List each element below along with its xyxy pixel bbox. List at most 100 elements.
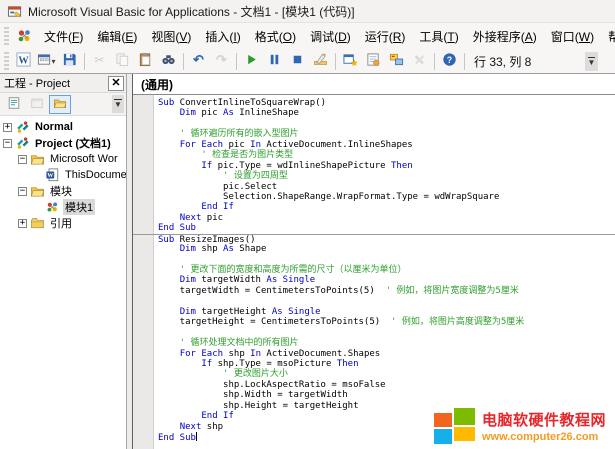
logo-tile-yellow xyxy=(454,427,475,441)
expand-toggle-icon[interactable]: − xyxy=(18,155,27,164)
toolbox-button[interactable] xyxy=(409,51,430,71)
toolbar-grip[interactable] xyxy=(4,52,9,70)
code-line[interactable] xyxy=(133,255,615,265)
close-icon[interactable]: ✕ xyxy=(108,76,124,91)
code-line[interactable]: shp.Width = targetWidth xyxy=(133,390,615,400)
code-line[interactable]: Sub ConvertInlineToSquareWrap() xyxy=(133,98,615,108)
view-object-button[interactable] xyxy=(26,95,48,114)
redo-button[interactable]: ↷ xyxy=(211,51,232,71)
code-line[interactable]: Dim shp As Shape xyxy=(133,244,615,254)
menu-d[interactable]: 调试(D) xyxy=(303,25,358,48)
code-line[interactable]: End Sub xyxy=(133,223,615,233)
menu-t[interactable]: 工具(T) xyxy=(412,25,465,48)
paste-button[interactable] xyxy=(135,51,156,71)
break-button[interactable] xyxy=(264,51,285,71)
code-line[interactable]: ' 循环遍历所有的嵌入型图片 xyxy=(133,129,615,139)
code-line[interactable] xyxy=(133,296,615,306)
copy-button[interactable] xyxy=(112,51,133,71)
watermark-site-url: www.computer26.com xyxy=(482,431,606,443)
menu-w[interactable]: 窗口(W) xyxy=(544,25,601,48)
watermark-site-name: 电脑软硬件教程网 xyxy=(482,409,606,430)
code-line[interactable]: If shp.Type = msoPicture Then xyxy=(133,359,615,369)
logo-tile-cyan xyxy=(434,429,452,444)
tree-item-references[interactable]: +引用 xyxy=(0,215,126,231)
svg-text:W: W xyxy=(18,55,29,66)
design-mode-button[interactable] xyxy=(310,51,331,71)
code-line[interactable]: targetHeight = CentimetersToPoints(5) ' … xyxy=(133,317,615,327)
code-line[interactable]: pic.Select xyxy=(133,182,615,192)
code-line[interactable]: Dim pic As InlineShape xyxy=(133,108,615,118)
vba-project-icon xyxy=(15,136,30,150)
tree-item-modules-folder[interactable]: −模块 xyxy=(0,183,126,199)
project-explorer-button[interactable] xyxy=(340,51,361,71)
expand-toggle-icon[interactable]: − xyxy=(3,139,12,148)
view-code-button[interactable] xyxy=(3,95,25,114)
code-line[interactable] xyxy=(133,328,615,338)
code-line[interactable]: For Each shp In ActiveDocument.Shapes xyxy=(133,349,615,359)
toolbar-icons: W ▾ ✂ ↶ ↷? xyxy=(12,51,461,71)
menu-a[interactable]: 外接程序(A) xyxy=(466,25,544,48)
tree-item-microsoft-word-objects[interactable]: −Microsoft Wor xyxy=(0,151,126,167)
find-button[interactable] xyxy=(158,51,179,71)
cut-button[interactable]: ✂ xyxy=(89,51,110,71)
module-window-icon[interactable] xyxy=(16,28,33,44)
insert-userform-button[interactable]: ▾ xyxy=(36,51,57,71)
reset-button[interactable] xyxy=(287,51,308,71)
menu-r[interactable]: 运行(R) xyxy=(358,25,413,48)
run-button[interactable] xyxy=(241,51,262,71)
properties-window-button[interactable] xyxy=(363,51,384,71)
menu-h[interactable]: 帮助(H) xyxy=(601,25,615,48)
tree-item-project-doc1[interactable]: −Project (文档1) xyxy=(0,135,126,151)
code-line[interactable]: ' 设置为四周型 xyxy=(133,171,615,181)
watermark-logo-icon xyxy=(434,408,475,444)
code-line[interactable] xyxy=(133,119,615,129)
undo-button[interactable]: ↶ xyxy=(188,51,209,71)
expand-toggle-icon[interactable]: + xyxy=(3,123,12,132)
toggle-folders-button[interactable] xyxy=(49,95,71,114)
code-line[interactable]: ' 更改图片大小 xyxy=(133,369,615,379)
paste-icon xyxy=(138,52,153,70)
code-line[interactable]: Next pic xyxy=(133,213,615,223)
code-line[interactable]: targetWidth = CentimetersToPoints(5) ' 例… xyxy=(133,286,615,296)
toolbar-options-button[interactable]: ▼ xyxy=(585,52,598,71)
panel-options-button[interactable]: ▼ xyxy=(112,95,124,113)
run-icon xyxy=(244,52,259,70)
find-icon xyxy=(161,52,176,70)
code-line[interactable]: For Each pic In ActiveDocument.InlineSha… xyxy=(133,140,615,150)
save-button[interactable] xyxy=(59,51,80,71)
expand-toggle-icon[interactable]: + xyxy=(18,219,27,228)
menu-i[interactable]: 插入(I) xyxy=(198,25,247,48)
code-line[interactable]: shp.LockAspectRatio = msoFalse xyxy=(133,380,615,390)
menu-v[interactable]: 视图(V) xyxy=(144,25,198,48)
object-browser-button[interactable] xyxy=(386,51,407,71)
object-dropdown[interactable]: (通用) xyxy=(133,74,615,95)
tree-item-normal[interactable]: +Normal xyxy=(0,119,126,135)
toolbar-separator xyxy=(84,53,85,70)
code-line[interactable]: Selection.ShapeRange.WrapFormat.Type = w… xyxy=(133,192,615,202)
menu-e[interactable]: 编辑(E) xyxy=(90,25,144,48)
code-line[interactable]: ' 循环处理文档中的所有图片 xyxy=(133,338,615,348)
svg-text:↷: ↷ xyxy=(216,52,227,67)
code-area[interactable]: Sub ConvertInlineToSquareWrap() Dim pic … xyxy=(133,95,615,449)
menu-o[interactable]: 格式(O) xyxy=(248,25,303,48)
code-line[interactable]: Sub ResizeImages() xyxy=(133,234,615,244)
view-word-icon: W xyxy=(16,52,31,70)
window-title: Microsoft Visual Basic for Applications … xyxy=(28,3,355,20)
project-panel-toolbar: ▼ xyxy=(0,93,126,116)
code-line[interactable]: End If xyxy=(133,202,615,212)
code-line[interactable]: ' 更改下面的宽度和高度为所需的尺寸（以厘米为单位） xyxy=(133,265,615,275)
code-line[interactable]: If pic.Type = wdInlineShapePicture Then xyxy=(133,161,615,171)
view-object-icon xyxy=(30,96,44,113)
toolbar-separator xyxy=(183,53,184,70)
code-line[interactable]: Dim targetWidth As Single xyxy=(133,275,615,285)
help-button[interactable]: ? xyxy=(439,51,460,71)
view-word-button[interactable]: W xyxy=(13,51,34,71)
expand-toggle-icon[interactable]: − xyxy=(18,187,27,196)
tree-item-module1[interactable]: 模块1 xyxy=(0,199,126,215)
tree-item-thisdocument[interactable]: WThisDocume xyxy=(0,167,126,183)
menu-f[interactable]: 文件(F) xyxy=(37,25,90,48)
menubar-grip[interactable] xyxy=(4,27,9,45)
reset-icon xyxy=(290,52,305,70)
code-line[interactable]: ' 检查是否为图片类型 xyxy=(133,150,615,160)
code-line[interactable]: Dim targetHeight As Single xyxy=(133,307,615,317)
